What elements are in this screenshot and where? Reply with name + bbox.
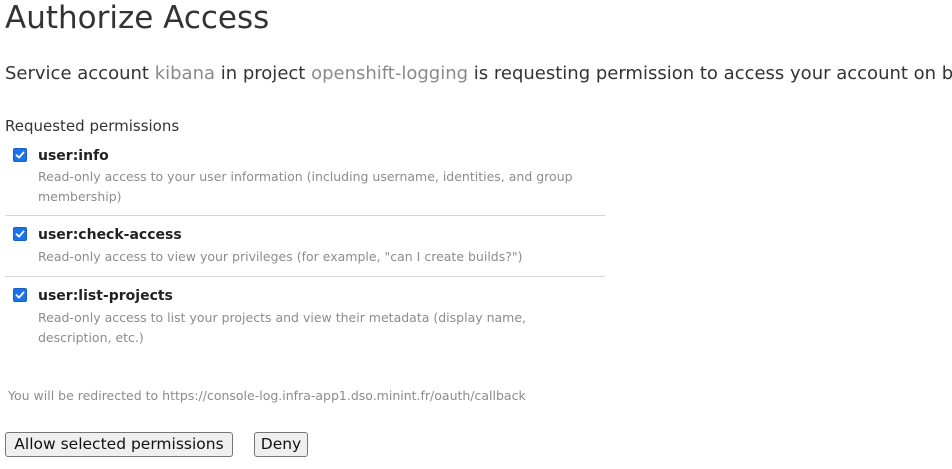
permission-checkbox-user-check-access[interactable] xyxy=(13,227,27,241)
permission-item-user-info: user:info Read-only access to your user … xyxy=(5,141,605,216)
intro-suffix: is requesting permission to access your … xyxy=(473,63,952,84)
permission-description: Read-only access to view your privileges… xyxy=(38,249,523,264)
permission-name: user:list-projects xyxy=(38,288,173,304)
project-name: openshift-logging xyxy=(311,63,469,84)
redirect-notice: You will be redirected to https://consol… xyxy=(8,388,526,403)
authorize-page: Authorize Access Service account kibana … xyxy=(0,0,952,469)
intro-prefix: Service account xyxy=(5,63,155,84)
permission-name: user:info xyxy=(38,148,109,164)
permission-item-user-list-projects: user:list-projects Read-only access to l… xyxy=(5,277,605,349)
request-description: Service account kibana in project opensh… xyxy=(5,61,952,87)
checkmark-icon xyxy=(15,151,25,159)
permission-name: user:check-access xyxy=(38,227,182,243)
allow-permissions-button[interactable]: Allow selected permissions xyxy=(5,432,233,457)
intro-middle: in project xyxy=(215,63,312,84)
permission-description: Read-only access to your user informatio… xyxy=(38,169,573,204)
permission-item-user-check-access: user:check-access Read-only access to vi… xyxy=(5,216,605,277)
permission-description: Read-only access to list your projects a… xyxy=(38,310,527,345)
permissions-list: user:info Read-only access to your user … xyxy=(5,141,605,349)
permission-checkbox-user-info[interactable] xyxy=(13,148,27,162)
checkmark-icon xyxy=(15,230,25,238)
deny-button[interactable]: Deny xyxy=(254,432,308,457)
checkmark-icon xyxy=(15,291,25,299)
service-account-name: kibana xyxy=(154,63,216,84)
permissions-heading: Requested permissions xyxy=(5,117,180,135)
page-title: Authorize Access xyxy=(5,0,270,36)
permission-checkbox-user-list-projects[interactable] xyxy=(13,288,27,302)
